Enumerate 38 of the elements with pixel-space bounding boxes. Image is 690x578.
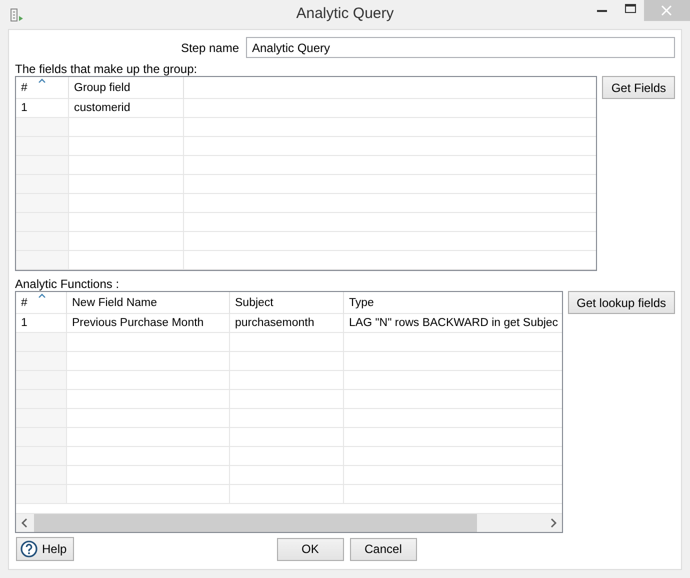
help-icon	[20, 540, 38, 558]
row-number-cell	[16, 447, 67, 466]
cancel-button[interactable]: Cancel	[350, 538, 417, 560]
table-cell: customerid	[69, 99, 184, 118]
sort-caret-icon[interactable]	[38, 293, 46, 298]
data-table[interactable]: # New Field Name Subject Type 1 Previous Purchase Month purchasemonth LAG "N" rows BACKWARD in get Subjec	[15, 291, 563, 533]
row-number-cell	[16, 194, 69, 213]
row-number-cell	[16, 156, 69, 175]
analytic-functions-label: Analytic Functions :	[15, 277, 120, 291]
ok-button[interactable]: OK	[276, 538, 344, 560]
row-number-cell	[16, 137, 69, 156]
row-number-cell	[16, 466, 67, 485]
app-icon	[10, 8, 24, 22]
row-number-cell	[16, 428, 67, 447]
row-number-cell	[16, 390, 67, 409]
data-table[interactable]: # Group field 1 customerid	[15, 76, 598, 271]
row-number-cell	[16, 371, 67, 390]
row-number-cell	[16, 175, 69, 194]
step-name-label: Step name	[180, 40, 239, 54]
group-fields-label: The fields that make up the group:	[15, 62, 198, 76]
row-number-cell	[16, 118, 69, 137]
row-number-cell	[16, 352, 67, 371]
scrollbar-thumb[interactable]	[34, 514, 478, 532]
table-cell: purchasemonth	[230, 314, 344, 333]
window-title: Analytic Query	[296, 5, 394, 22]
get-lookup-fields-button[interactable]: Get lookup fields	[568, 291, 675, 314]
sort-caret-icon[interactable]	[38, 78, 46, 83]
row-number-cell	[16, 333, 67, 352]
row-number-cell	[16, 213, 69, 232]
row-number-cell	[16, 409, 67, 428]
row-number-cell	[16, 232, 69, 251]
help-button[interactable]: Help	[16, 537, 74, 561]
row-number-cell	[16, 485, 67, 504]
get-fields-button[interactable]: Get Fields	[602, 76, 675, 99]
row-number-cell	[16, 251, 69, 270]
table-cell: LAG "N" rows BACKWARD in get Subjec	[344, 314, 562, 333]
step-name-field[interactable]: Analytic Query	[246, 37, 675, 58]
table-cell: Previous Purchase Month	[67, 314, 230, 333]
